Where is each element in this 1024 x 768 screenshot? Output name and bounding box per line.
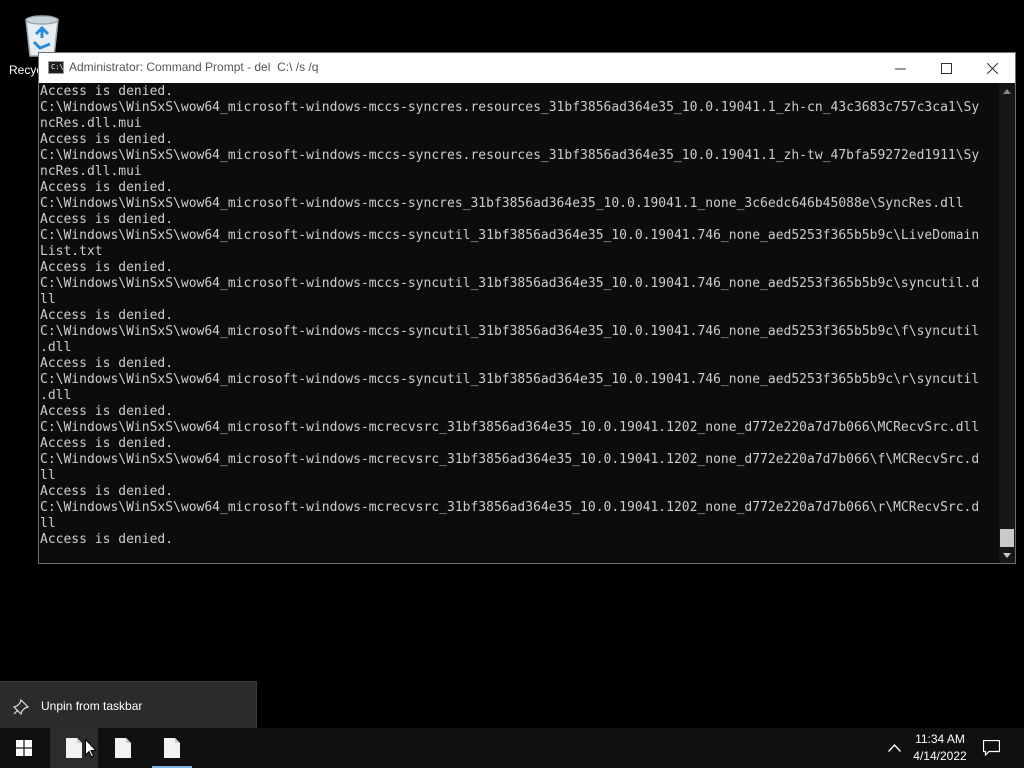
console-line: ll (40, 468, 56, 483)
console-line: C:\Windows\WinSxS\wow64_microsoft-window… (40, 100, 980, 115)
console-line: ll (40, 516, 56, 531)
console-line: Access is denied. (40, 532, 174, 547)
console-line: .dll (40, 340, 72, 355)
console-line: Access is denied. (40, 356, 174, 371)
console-line: C:\Windows\WinSxS\wow64_microsoft-window… (40, 148, 980, 163)
unpin-from-taskbar-item[interactable]: Unpin from taskbar (0, 690, 256, 722)
minimize-button[interactable] (877, 53, 923, 83)
console-line: C:\Windows\WinSxS\wow64_microsoft-window… (40, 500, 980, 515)
clock-date: 4/14/2022 (913, 749, 967, 763)
console-line: Access is denied. (40, 212, 174, 227)
unpin-label: Unpin from taskbar (41, 699, 143, 713)
minimize-icon (894, 68, 906, 69)
command-prompt-window[interactable]: C:\_ Administrator: Command Prompt - del… (38, 52, 1016, 564)
chevron-up-icon (1003, 88, 1011, 94)
window-titlebar[interactable]: C:\_ Administrator: Command Prompt - del… (39, 53, 1015, 83)
action-center-button[interactable] (976, 728, 1008, 768)
console-line: C:\Windows\WinSxS\wow64_microsoft-window… (40, 372, 980, 387)
console-line: List.txt (40, 244, 103, 259)
clock-time: 11:34 AM (915, 732, 965, 746)
console-line: .dll (40, 388, 72, 403)
console-line: C:\Windows\WinSxS\wow64_microsoft-window… (40, 452, 980, 467)
taskbar-clock[interactable]: 11:34 AM 4/14/2022 (907, 728, 973, 768)
maximize-button[interactable] (923, 53, 969, 83)
console-line: Access is denied. (40, 180, 174, 195)
cmd-icon: C:\_ (48, 61, 68, 74)
scrollbar-thumb[interactable] (1000, 529, 1014, 547)
chevron-up-icon (888, 744, 901, 752)
recycle-bin-icon (25, 15, 59, 57)
chevron-down-icon (1003, 552, 1011, 558)
console-line: C:\Windows\WinSxS\wow64_microsoft-window… (40, 196, 964, 211)
vertical-scrollbar[interactable] (999, 83, 1015, 563)
windows-start-icon (16, 740, 32, 756)
console-line: Access is denied. (40, 308, 174, 323)
file-icon (164, 738, 180, 758)
console-line: Access is denied. (40, 436, 174, 451)
file-icon (66, 738, 82, 758)
file-icon (115, 738, 131, 758)
mouse-cursor-icon (85, 739, 97, 758)
maximize-icon (940, 62, 952, 74)
action-center-icon (983, 740, 1000, 756)
cmd-icon-text: C:\_ (51, 63, 68, 71)
start-button[interactable] (0, 728, 48, 768)
console-line: Access is denied. (40, 260, 174, 275)
taskbar-jump-list: Unpin from taskbar (0, 681, 257, 728)
console-line: Access is denied. (40, 404, 174, 419)
console-line: Access is denied. (40, 132, 174, 147)
close-icon (986, 62, 998, 74)
console-output[interactable]: Access is denied. C:\Windows\WinSxS\wow64… (39, 83, 999, 563)
show-hidden-icons-button[interactable] (883, 728, 907, 768)
scroll-up-button[interactable] (999, 83, 1015, 99)
console-line: C:\Windows\WinSxS\wow64_microsoft-window… (40, 276, 980, 291)
close-button[interactable] (969, 53, 1015, 83)
taskbar-app-2[interactable] (99, 728, 147, 768)
console-line: C:\Windows\WinSxS\wow64_microsoft-window… (40, 324, 980, 339)
console-line: C:\Windows\WinSxS\wow64_microsoft-window… (40, 420, 980, 435)
taskbar: 11:34 AM 4/14/2022 (0, 728, 1024, 768)
unpin-icon (12, 698, 30, 716)
console-line: ncRes.dll.mui (40, 116, 142, 131)
scroll-down-button[interactable] (999, 547, 1015, 563)
console-line: ll (40, 292, 56, 307)
console-line: C:\Windows\WinSxS\wow64_microsoft-window… (40, 228, 980, 243)
console-line: ncRes.dll.mui (40, 164, 142, 179)
console-line: Access is denied. (40, 484, 174, 499)
window-title: Administrator: Command Prompt - del C:\ … (69, 60, 319, 74)
taskbar-app-3[interactable] (148, 728, 196, 768)
console-line: Access is denied. (40, 84, 174, 99)
